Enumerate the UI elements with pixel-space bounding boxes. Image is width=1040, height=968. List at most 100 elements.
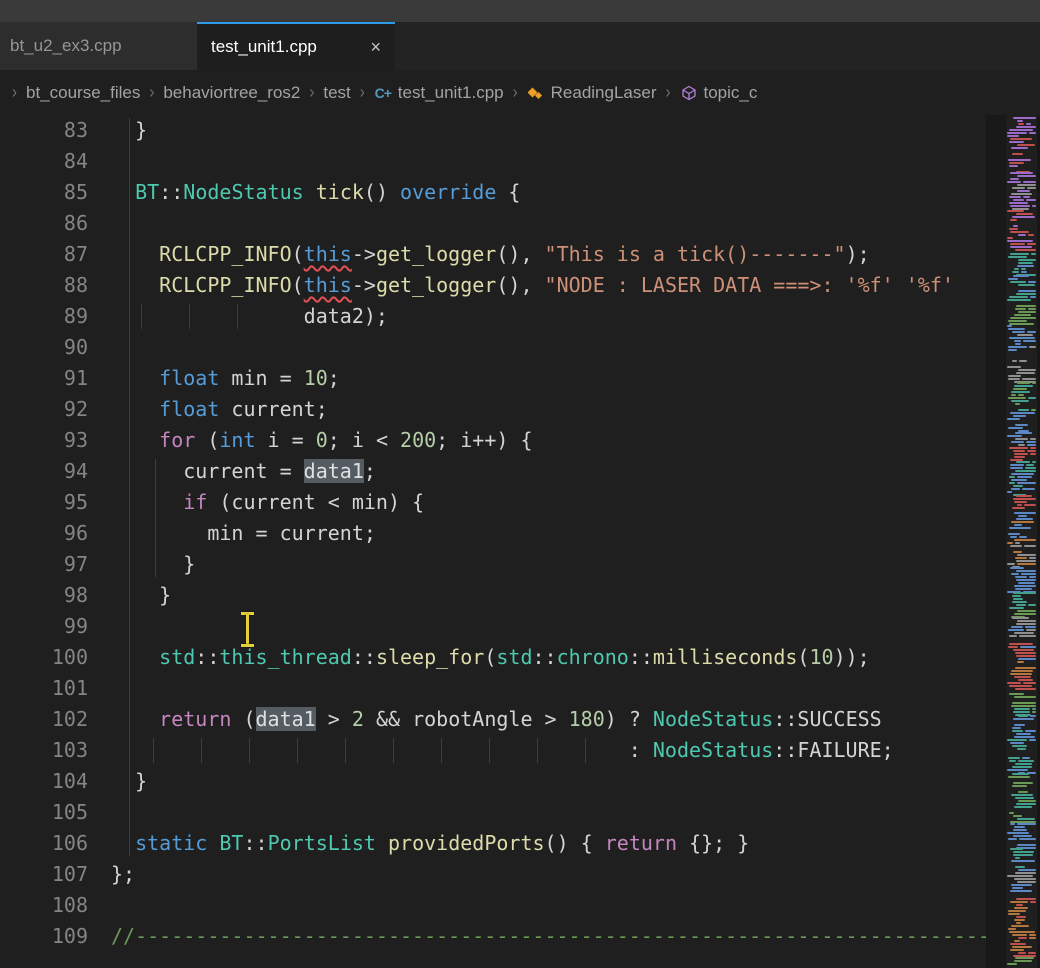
- indent-guide: [189, 304, 190, 329]
- breadcrumb-item-test-unit1-cpp[interactable]: C+test_unit1.cpp: [374, 83, 504, 103]
- minimap-row: [1013, 485, 1023, 487]
- minimap-row: [1032, 205, 1036, 207]
- breadcrumb-item-topic-c[interactable]: topic_c: [680, 83, 758, 103]
- minimap-row: [1010, 890, 1032, 892]
- tab-bt-u2-ex3-cpp[interactable]: bt_u2_ex3.cpp: [0, 22, 197, 70]
- breadcrumb-label: topic_c: [704, 83, 758, 103]
- code-text: data2);: [111, 301, 388, 332]
- code-text: std::this_thread::sleep_for(std::chrono:…: [111, 642, 870, 673]
- minimap-row: [1014, 385, 1033, 387]
- minimap-row: [1011, 479, 1027, 481]
- minimap-row: [1018, 952, 1026, 954]
- code-text: : NodeStatus::FAILURE;: [111, 735, 894, 766]
- minimap-row: [1009, 202, 1028, 204]
- code-line-93[interactable]: 93 for (int i = 0; i < 200; i++) {: [0, 425, 1006, 456]
- minimap-row: [1007, 366, 1021, 368]
- line-number: 101: [0, 673, 88, 704]
- minimap-row: [1013, 835, 1032, 837]
- code-line-103[interactable]: 103 : NodeStatus::FAILURE;: [0, 735, 1006, 766]
- code-line-102[interactable]: 102 return (data1 > 2 && robotAngle > 18…: [0, 704, 1006, 735]
- minimap-row: [1013, 388, 1027, 390]
- line-number: 99: [0, 611, 88, 642]
- code-line-97[interactable]: 97 }: [0, 549, 1006, 580]
- breadcrumb-item-bt-course-files[interactable]: bt_course_files: [26, 83, 140, 103]
- breadcrumb-item-test[interactable]: test: [323, 83, 350, 103]
- code-line-91[interactable]: 91 float min = 10;: [0, 363, 1006, 394]
- minimap-row: [1027, 243, 1036, 245]
- code-line-87[interactable]: 87 RCLCPP_INFO(this->get_logger(), "This…: [0, 239, 1006, 270]
- close-icon[interactable]: ×: [370, 38, 381, 56]
- code-line-109[interactable]: 109//-----------------------------------…: [0, 921, 1006, 952]
- code-line-95[interactable]: 95 if (current < min) {: [0, 487, 1006, 518]
- tab-bar: bt_u2_ex3.cpp test_unit1.cpp ×: [0, 22, 1040, 70]
- line-number: 106: [0, 828, 88, 859]
- minimap-row: [1009, 527, 1031, 529]
- minimap[interactable]: [1006, 115, 1037, 968]
- minimap-row: [1026, 441, 1036, 443]
- code-editor[interactable]: 83 }8485 BT::NodeStatus tick() override …: [0, 115, 1006, 968]
- minimap-row: [1013, 815, 1022, 817]
- minimap-row: [1007, 435, 1022, 437]
- code-line-90[interactable]: 90: [0, 332, 1006, 363]
- minimap-row: [1029, 937, 1036, 939]
- code-line-104[interactable]: 104 }: [0, 766, 1006, 797]
- minimap-row: [1020, 646, 1036, 648]
- minimap-row: [1029, 557, 1036, 559]
- code-line-89[interactable]: 89 data2);: [0, 301, 1006, 332]
- minimap-row: [1010, 949, 1024, 951]
- minimap-row: [1016, 560, 1036, 562]
- code-line-86[interactable]: 86: [0, 208, 1006, 239]
- minimap-row: [1032, 708, 1036, 710]
- tab-test-unit1-cpp[interactable]: test_unit1.cpp ×: [197, 22, 395, 70]
- code-line-107[interactable]: 107};: [0, 859, 1006, 890]
- code-line-94[interactable]: 94 current = data1;: [0, 456, 1006, 487]
- minimap-row: [1011, 391, 1030, 393]
- breadcrumb-item-readinglaser[interactable]: ReadingLaser: [527, 83, 657, 103]
- breadcrumb-item-behaviortree-ros2[interactable]: behaviortree_ros2: [163, 83, 300, 103]
- code-line-83[interactable]: 83 }: [0, 115, 1006, 146]
- minimap-row: [1014, 524, 1022, 526]
- code-line-105[interactable]: 105: [0, 797, 1006, 828]
- minimap-row: [1016, 305, 1036, 307]
- minimap-row: [1026, 123, 1031, 125]
- line-number: 95: [0, 487, 88, 518]
- code-text: };: [111, 859, 135, 890]
- minimap-row: [1012, 946, 1032, 948]
- code-line-101[interactable]: 101: [0, 673, 1006, 704]
- scrollbar-gutter[interactable]: [986, 115, 1006, 968]
- code-line-88[interactable]: 88 RCLCPP_INFO(this->get_logger(), "NODE…: [0, 270, 1006, 301]
- minimap-row: [1008, 320, 1027, 322]
- code-line-106[interactable]: 106 static BT::PortsList providedPorts()…: [0, 828, 1006, 859]
- minimap-row: [1015, 588, 1032, 590]
- code-line-84[interactable]: 84: [0, 146, 1006, 177]
- code-line-108[interactable]: 108: [0, 890, 1006, 921]
- minimap-row: [1009, 129, 1033, 131]
- code-line-92[interactable]: 92 float current;: [0, 394, 1006, 425]
- minimap-row: [1028, 604, 1036, 606]
- minimap-row: [1007, 682, 1021, 684]
- minimap-row: [1007, 542, 1013, 544]
- minimap-row: [1017, 620, 1036, 622]
- minimap-row: [1032, 461, 1036, 463]
- code-line-100[interactable]: 100 std::this_thread::sleep_for(std::chr…: [0, 642, 1006, 673]
- minimap-row: [1014, 340, 1021, 342]
- minimap-row: [1012, 766, 1032, 768]
- code-line-96[interactable]: 96 min = current;: [0, 518, 1006, 549]
- minimap-row: [1015, 542, 1020, 544]
- minimap-row: [1014, 585, 1036, 587]
- minimap-row: [1014, 501, 1027, 503]
- minimap-row: [1016, 570, 1036, 572]
- cube-icon: [680, 84, 698, 102]
- minimap-row: [1015, 424, 1028, 426]
- line-number: 96: [0, 518, 88, 549]
- minimap-row: [1016, 293, 1036, 295]
- code-line-85[interactable]: 85 BT::NodeStatus tick() override {: [0, 177, 1006, 208]
- indent-guide: [537, 738, 538, 763]
- code-line-98[interactable]: 98 }: [0, 580, 1006, 611]
- minimap-row: [1021, 271, 1027, 273]
- minimap-row: [1014, 878, 1036, 880]
- code-line-99[interactable]: 99: [0, 611, 1006, 642]
- minimap-row: [1016, 126, 1036, 128]
- minimap-row: [1014, 960, 1032, 962]
- minimap-row: [1015, 652, 1036, 654]
